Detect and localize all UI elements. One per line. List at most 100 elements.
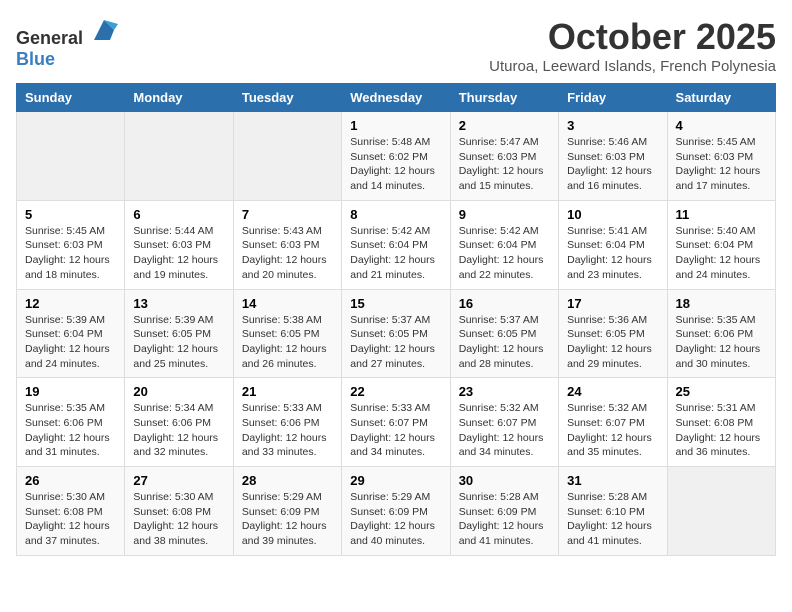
calendar-week-row: 5 Sunrise: 5:45 AMSunset: 6:03 PMDaylight… xyxy=(17,200,776,289)
day-info: Sunrise: 5:29 AMSunset: 6:09 PMDaylight:… xyxy=(350,490,441,549)
day-number: 1 xyxy=(350,118,441,133)
day-info: Sunrise: 5:32 AMSunset: 6:07 PMDaylight:… xyxy=(567,401,658,460)
day-number: 6 xyxy=(133,207,224,222)
day-info: Sunrise: 5:39 AMSunset: 6:05 PMDaylight:… xyxy=(133,313,224,372)
calendar-cell: 29 Sunrise: 5:29 AMSunset: 6:09 PMDayligh… xyxy=(342,467,450,556)
calendar-cell: 5 Sunrise: 5:45 AMSunset: 6:03 PMDaylight… xyxy=(17,200,125,289)
day-number: 2 xyxy=(459,118,550,133)
logo-text: General Blue xyxy=(16,16,118,70)
month-title: October 2025 xyxy=(489,16,776,58)
day-number: 5 xyxy=(25,207,116,222)
day-number: 23 xyxy=(459,384,550,399)
day-info: Sunrise: 5:32 AMSunset: 6:07 PMDaylight:… xyxy=(459,401,550,460)
day-info: Sunrise: 5:41 AMSunset: 6:04 PMDaylight:… xyxy=(567,224,658,283)
day-number: 13 xyxy=(133,296,224,311)
day-number: 14 xyxy=(242,296,333,311)
day-info: Sunrise: 5:31 AMSunset: 6:08 PMDaylight:… xyxy=(676,401,767,460)
logo-general: General xyxy=(16,28,83,48)
day-info: Sunrise: 5:39 AMSunset: 6:04 PMDaylight:… xyxy=(25,313,116,372)
calendar-table: SundayMondayTuesdayWednesdayThursdayFrid… xyxy=(16,83,776,556)
day-info: Sunrise: 5:44 AMSunset: 6:03 PMDaylight:… xyxy=(133,224,224,283)
calendar-cell: 4Sunrise: 5:45 AMSunset: 6:03 PMDaylight… xyxy=(667,112,775,201)
calendar-cell: 3Sunrise: 5:46 AMSunset: 6:03 PMDaylight… xyxy=(559,112,667,201)
weekday-header-thursday: Thursday xyxy=(450,84,558,112)
day-info: Sunrise: 5:35 AMSunset: 6:06 PMDaylight:… xyxy=(676,313,767,372)
day-number: 10 xyxy=(567,207,658,222)
day-info: Sunrise: 5:48 AMSunset: 6:02 PMDaylight:… xyxy=(350,135,441,194)
day-info: Sunrise: 5:30 AMSunset: 6:08 PMDaylight:… xyxy=(133,490,224,549)
calendar-cell: 19 Sunrise: 5:35 AMSunset: 6:06 PMDayligh… xyxy=(17,378,125,467)
calendar-cell xyxy=(17,112,125,201)
calendar-cell: 14 Sunrise: 5:38 AMSunset: 6:05 PMDayligh… xyxy=(233,289,341,378)
calendar-cell xyxy=(667,467,775,556)
day-info: Sunrise: 5:35 AMSunset: 6:06 PMDaylight:… xyxy=(25,401,116,460)
day-number: 16 xyxy=(459,296,550,311)
weekday-header-row: SundayMondayTuesdayWednesdayThursdayFrid… xyxy=(17,84,776,112)
weekday-header-sunday: Sunday xyxy=(17,84,125,112)
calendar-cell: 24 Sunrise: 5:32 AMSunset: 6:07 PMDayligh… xyxy=(559,378,667,467)
weekday-header-friday: Friday xyxy=(559,84,667,112)
calendar-week-row: 26Sunrise: 5:30 AMSunset: 6:08 PMDayligh… xyxy=(17,467,776,556)
day-number: 4 xyxy=(676,118,767,133)
calendar-cell: 10 Sunrise: 5:41 AMSunset: 6:04 PMDayligh… xyxy=(559,200,667,289)
calendar-cell: 15Sunrise: 5:37 AMSunset: 6:05 PMDayligh… xyxy=(342,289,450,378)
day-number: 29 xyxy=(350,473,441,488)
calendar-cell: 9 Sunrise: 5:42 AMSunset: 6:04 PMDaylight… xyxy=(450,200,558,289)
calendar-cell: 16 Sunrise: 5:37 AMSunset: 6:05 PMDayligh… xyxy=(450,289,558,378)
calendar-cell: 28 Sunrise: 5:29 AMSunset: 6:09 PMDayligh… xyxy=(233,467,341,556)
day-number: 8 xyxy=(350,207,441,222)
logo: General Blue xyxy=(16,16,118,70)
day-number: 22 xyxy=(350,384,441,399)
calendar-cell: 26Sunrise: 5:30 AMSunset: 6:08 PMDayligh… xyxy=(17,467,125,556)
day-number: 21 xyxy=(242,384,333,399)
day-info: Sunrise: 5:29 AMSunset: 6:09 PMDaylight:… xyxy=(242,490,333,549)
calendar-cell: 25 Sunrise: 5:31 AMSunset: 6:08 PMDayligh… xyxy=(667,378,775,467)
weekday-header-wednesday: Wednesday xyxy=(342,84,450,112)
day-number: 28 xyxy=(242,473,333,488)
day-info: Sunrise: 5:38 AMSunset: 6:05 PMDaylight:… xyxy=(242,313,333,372)
calendar-cell: 8 Sunrise: 5:42 AMSunset: 6:04 PMDaylight… xyxy=(342,200,450,289)
logo-blue: Blue xyxy=(16,49,55,69)
weekday-header-tuesday: Tuesday xyxy=(233,84,341,112)
calendar-cell: 7 Sunrise: 5:43 AMSunset: 6:03 PMDaylight… xyxy=(233,200,341,289)
calendar-cell: 17Sunrise: 5:36 AMSunset: 6:05 PMDayligh… xyxy=(559,289,667,378)
calendar-cell: 1 Sunrise: 5:48 AMSunset: 6:02 PMDaylight… xyxy=(342,112,450,201)
calendar-cell: 11 Sunrise: 5:40 AMSunset: 6:04 PMDayligh… xyxy=(667,200,775,289)
day-info: Sunrise: 5:40 AMSunset: 6:04 PMDaylight:… xyxy=(676,224,767,283)
calendar-cell: 13 Sunrise: 5:39 AMSunset: 6:05 PMDayligh… xyxy=(125,289,233,378)
day-number: 11 xyxy=(676,207,767,222)
day-info: Sunrise: 5:37 AMSunset: 6:05 PMDaylight:… xyxy=(459,313,550,372)
day-info: Sunrise: 5:42 AMSunset: 6:04 PMDaylight:… xyxy=(459,224,550,283)
day-number: 18 xyxy=(676,296,767,311)
day-info: Sunrise: 5:43 AMSunset: 6:03 PMDaylight:… xyxy=(242,224,333,283)
day-number: 15 xyxy=(350,296,441,311)
calendar-cell: 21 Sunrise: 5:33 AMSunset: 6:06 PMDayligh… xyxy=(233,378,341,467)
day-info: Sunrise: 5:34 AMSunset: 6:06 PMDaylight:… xyxy=(133,401,224,460)
day-info: Sunrise: 5:45 AMSunset: 6:03 PMDaylight:… xyxy=(25,224,116,283)
calendar-cell: 18 Sunrise: 5:35 AMSunset: 6:06 PMDayligh… xyxy=(667,289,775,378)
calendar-cell xyxy=(125,112,233,201)
day-number: 20 xyxy=(133,384,224,399)
calendar-cell: 27 Sunrise: 5:30 AMSunset: 6:08 PMDayligh… xyxy=(125,467,233,556)
calendar-cell: 22 Sunrise: 5:33 AMSunset: 6:07 PMDayligh… xyxy=(342,378,450,467)
day-number: 7 xyxy=(242,207,333,222)
day-info: Sunrise: 5:28 AMSunset: 6:10 PMDaylight:… xyxy=(567,490,658,549)
day-info: Sunrise: 5:33 AMSunset: 6:07 PMDaylight:… xyxy=(350,401,441,460)
day-info: Sunrise: 5:28 AMSunset: 6:09 PMDaylight:… xyxy=(459,490,550,549)
day-number: 24 xyxy=(567,384,658,399)
calendar-cell: 31 Sunrise: 5:28 AMSunset: 6:10 PMDayligh… xyxy=(559,467,667,556)
day-number: 19 xyxy=(25,384,116,399)
calendar-cell: 6 Sunrise: 5:44 AMSunset: 6:03 PMDaylight… xyxy=(125,200,233,289)
day-number: 25 xyxy=(676,384,767,399)
day-number: 27 xyxy=(133,473,224,488)
calendar-cell: 23 Sunrise: 5:32 AMSunset: 6:07 PMDayligh… xyxy=(450,378,558,467)
calendar-cell: 12Sunrise: 5:39 AMSunset: 6:04 PMDayligh… xyxy=(17,289,125,378)
day-info: Sunrise: 5:33 AMSunset: 6:06 PMDaylight:… xyxy=(242,401,333,460)
day-number: 31 xyxy=(567,473,658,488)
day-info: Sunrise: 5:30 AMSunset: 6:08 PMDaylight:… xyxy=(25,490,116,549)
day-number: 9 xyxy=(459,207,550,222)
calendar-cell: 2 Sunrise: 5:47 AMSunset: 6:03 PMDaylight… xyxy=(450,112,558,201)
day-info: Sunrise: 5:42 AMSunset: 6:04 PMDaylight:… xyxy=(350,224,441,283)
title-area: October 2025 Uturoa, Leeward Islands, Fr… xyxy=(489,16,776,75)
day-info: Sunrise: 5:47 AMSunset: 6:03 PMDaylight:… xyxy=(459,135,550,194)
